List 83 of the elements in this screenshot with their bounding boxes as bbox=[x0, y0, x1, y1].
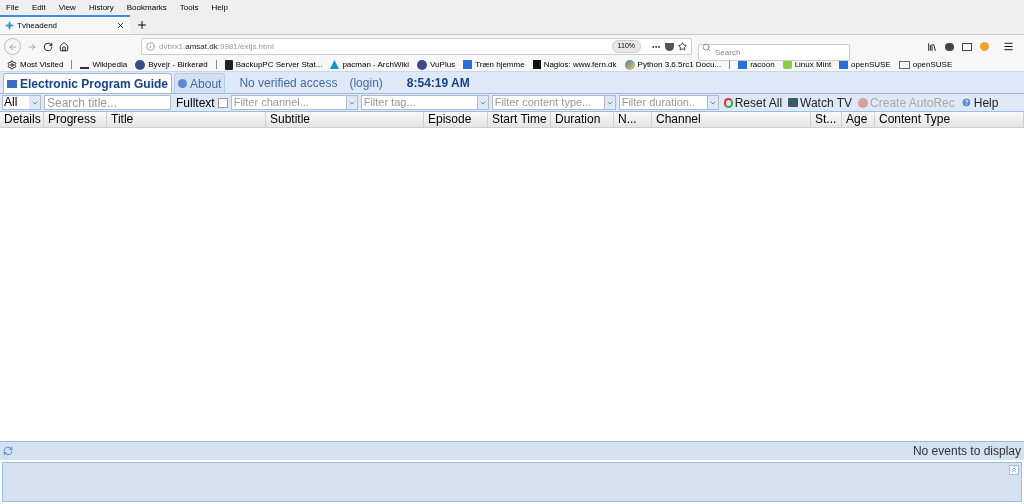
browser-tab[interactable]: Tvheadend bbox=[0, 15, 130, 34]
status-text: No events to display bbox=[912, 443, 1021, 460]
search-icon bbox=[702, 43, 711, 52]
square-icon bbox=[839, 60, 849, 69]
epg-icon bbox=[7, 79, 17, 88]
bookmark-item[interactable]: racoon bbox=[738, 58, 775, 71]
square-icon bbox=[463, 60, 473, 69]
square-icon bbox=[738, 60, 748, 69]
column-header[interactable]: Progress bbox=[44, 112, 107, 127]
column-header[interactable]: Title bbox=[107, 112, 266, 127]
document-icon bbox=[224, 59, 233, 70]
app-tab[interactable]: Electronic Program Guide bbox=[3, 73, 173, 93]
clock-time: 8:54:19 AM bbox=[406, 75, 470, 92]
column-header[interactable]: Start Time bbox=[488, 112, 551, 127]
fulltext-checkbox[interactable] bbox=[217, 97, 228, 108]
snake-icon bbox=[624, 59, 635, 70]
column-header[interactable]: St... bbox=[811, 112, 842, 127]
tab-title: Tvheadend bbox=[17, 19, 59, 32]
column-header[interactable]: Subtitle bbox=[266, 112, 424, 127]
menu-item[interactable]: Help bbox=[211, 2, 228, 14]
menu-item[interactable]: Edit bbox=[31, 2, 46, 14]
menu-item[interactable]: File bbox=[6, 2, 19, 14]
globe-icon bbox=[417, 59, 428, 70]
column-header[interactable]: Age bbox=[842, 112, 875, 127]
bookmark-item[interactable]: Træn hjemme bbox=[463, 58, 525, 71]
info-icon bbox=[146, 42, 155, 51]
duration-filter-field[interactable]: Filter duration.. bbox=[618, 95, 708, 110]
login-link[interactable]: (login) bbox=[349, 73, 383, 93]
scope-select[interactable]: All bbox=[2, 95, 41, 110]
search-field[interactable]: Search bbox=[698, 44, 850, 61]
home-icon[interactable] bbox=[59, 41, 69, 52]
menu-item[interactable]: View bbox=[58, 2, 76, 14]
record-icon bbox=[858, 97, 869, 108]
fulltext-label: Fulltext bbox=[176, 94, 215, 112]
sidebar-icon[interactable] bbox=[962, 42, 972, 51]
folder-icon bbox=[898, 60, 910, 69]
triangle-icon bbox=[330, 60, 340, 69]
bookmark-item[interactable]: pacman - ArchWiki bbox=[330, 58, 410, 71]
gear-icon bbox=[7, 59, 17, 70]
menu-icon[interactable] bbox=[1003, 41, 1014, 52]
toolbar-button[interactable]: Watch TV bbox=[788, 93, 853, 112]
close-icon[interactable] bbox=[116, 21, 125, 30]
reload-icon[interactable] bbox=[43, 41, 53, 52]
column-header[interactable]: Duration bbox=[551, 112, 614, 127]
library-icon[interactable] bbox=[927, 41, 937, 52]
bookmark-item[interactable]: openSUSE bbox=[898, 58, 953, 71]
bookmark-item[interactable]: BackupPC Server Stat... bbox=[224, 58, 323, 71]
column-header[interactable]: Channel bbox=[652, 112, 811, 127]
bookmark-item[interactable]: openSUSE bbox=[839, 58, 891, 71]
toolbar-button[interactable]: Help bbox=[960, 93, 999, 112]
access-status: No verified access bbox=[239, 75, 338, 92]
help-icon bbox=[960, 97, 972, 108]
new-tab-icon[interactable] bbox=[136, 18, 148, 31]
column-header[interactable]: Content Type bbox=[875, 112, 1024, 127]
channel-filter-field[interactable]: Filter channel... bbox=[230, 95, 347, 110]
column-header[interactable]: Episode bbox=[424, 112, 488, 127]
toolbar-button[interactable]: Reset All bbox=[723, 93, 783, 112]
url-text: dvbrx1.amsat.dk:9981/extjs.html bbox=[159, 40, 275, 53]
bookmark-item[interactable]: VuPlus bbox=[417, 58, 456, 71]
content-type-filter-field[interactable]: Filter content type... bbox=[491, 95, 605, 110]
reset-icon bbox=[723, 97, 733, 108]
globe-icon bbox=[135, 59, 146, 70]
bookmark-item[interactable]: Linux Mint bbox=[782, 58, 832, 71]
column-header[interactable]: N... bbox=[614, 112, 652, 127]
star-icon[interactable] bbox=[678, 42, 687, 51]
bookmark-item[interactable]: Nagios: www.fern.dk bbox=[532, 58, 617, 71]
leaf-icon bbox=[782, 60, 792, 69]
menu-item[interactable]: Tools bbox=[179, 2, 199, 14]
column-header[interactable]: Details bbox=[0, 112, 44, 127]
tv-icon bbox=[788, 98, 799, 107]
title-search-field[interactable]: Search title... bbox=[44, 95, 171, 110]
menu-item[interactable]: History bbox=[88, 2, 114, 14]
back-arrow-icon bbox=[7, 41, 18, 52]
info-icon bbox=[178, 79, 188, 88]
menu-item[interactable]: Bookmarks bbox=[126, 2, 167, 14]
square-icon bbox=[532, 60, 541, 69]
app-tab[interactable]: About bbox=[174, 73, 226, 93]
bookmark-item[interactable]: Python 3.6.5rc1 Docu... bbox=[624, 58, 722, 71]
bookmark-item[interactable]: Most Visited bbox=[7, 58, 64, 71]
bookmark-item[interactable]: Wikipedia bbox=[80, 58, 128, 71]
bookmark-item[interactable]: Byvejr - Birkerød bbox=[135, 58, 208, 71]
tab-logo-icon bbox=[5, 21, 14, 30]
tag-filter-field[interactable]: Filter tag... bbox=[360, 95, 478, 110]
